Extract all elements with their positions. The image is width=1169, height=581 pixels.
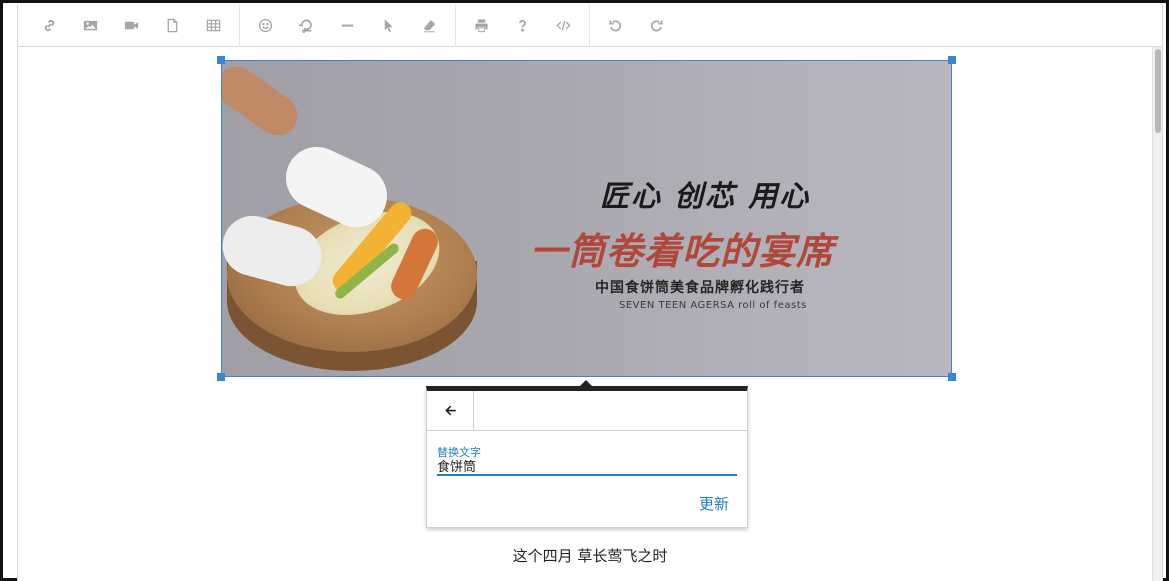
image-slogan: 一筒卷着吃的宴席: [530, 230, 834, 273]
back-button[interactable]: [427, 391, 474, 430]
clear-formatting-button[interactable]: [409, 6, 450, 46]
emoticons-button[interactable]: [245, 6, 286, 46]
select-all-icon: [384, 19, 393, 33]
select-all-button[interactable]: [368, 6, 409, 46]
code-view-icon: [556, 20, 571, 31]
insert-table-button[interactable]: [193, 6, 234, 46]
undo-button[interactable]: [595, 6, 636, 46]
special-characters-button[interactable]: [286, 6, 327, 46]
insert-file-button[interactable]: [152, 6, 193, 46]
file-icon: [167, 18, 178, 33]
scrollbar-thumb[interactable]: [1155, 49, 1161, 133]
resize-handle-top-left[interactable]: [217, 56, 225, 64]
image-english-subtitle: SEVEN TEEN AGERSA roll of feasts: [619, 300, 807, 311]
insert-image-button[interactable]: [70, 6, 111, 46]
help-button[interactable]: [502, 6, 543, 46]
undo-icon: [609, 20, 622, 32]
print-button[interactable]: [461, 6, 502, 46]
image-subtitle: 中国食饼筒美食品牌孵化践行者: [595, 280, 805, 296]
redo-button[interactable]: [636, 6, 677, 46]
print-icon: [475, 19, 488, 33]
table-icon: [206, 19, 221, 32]
code-view-button[interactable]: [543, 6, 584, 46]
toolbar-group-misc: [240, 5, 456, 46]
omega-icon: [299, 19, 312, 33]
resize-handle-bottom-right[interactable]: [948, 373, 956, 381]
paragraph-text[interactable]: 这个四月 草长莺飞之时: [18, 545, 1162, 566]
toolbar-group-tools: [456, 5, 590, 46]
image-icon: [83, 20, 98, 31]
redo-icon: [650, 20, 663, 32]
help-icon: [519, 19, 526, 32]
insert-video-button[interactable]: [111, 6, 152, 46]
window-frame: 匠心 创芯 用心 一筒卷着吃的宴席 中国食饼筒美食品牌孵化践行者 SEVEN T…: [0, 0, 1169, 581]
editor-toolbar: [17, 5, 1163, 47]
selected-image[interactable]: 匠心 创芯 用心 一筒卷着吃的宴席 中国食饼筒美食品牌孵化践行者 SEVEN T…: [221, 60, 952, 377]
resize-handle-bottom-left[interactable]: [217, 373, 225, 381]
popup-header: [427, 391, 747, 431]
link-icon: [44, 19, 55, 32]
editor-content-area[interactable]: 匠心 创芯 用心 一筒卷着吃的宴席 中国食饼筒美食品牌孵化践行者 SEVEN T…: [17, 47, 1163, 581]
video-icon: [124, 21, 139, 30]
insert-link-button[interactable]: [29, 6, 70, 46]
clear-formatting-icon: [423, 19, 436, 33]
image-headline: 匠心 创芯 用心: [600, 179, 811, 213]
vertical-scrollbar[interactable]: [1152, 47, 1162, 581]
arrow-left-icon: [444, 405, 456, 416]
update-button[interactable]: 更新: [699, 493, 729, 514]
resize-handle-top-right[interactable]: [948, 56, 956, 64]
toolbar-group-insert: [24, 5, 240, 46]
alt-text-popup: 替换文字 更新: [426, 386, 748, 528]
arm: [222, 61, 306, 144]
toolbar-group-history: [590, 5, 682, 46]
emoticon-icon: [258, 18, 273, 33]
alt-text-input[interactable]: [437, 457, 737, 476]
horizontal-line-button[interactable]: [327, 6, 368, 46]
horizontal-rule-icon: [341, 24, 354, 27]
